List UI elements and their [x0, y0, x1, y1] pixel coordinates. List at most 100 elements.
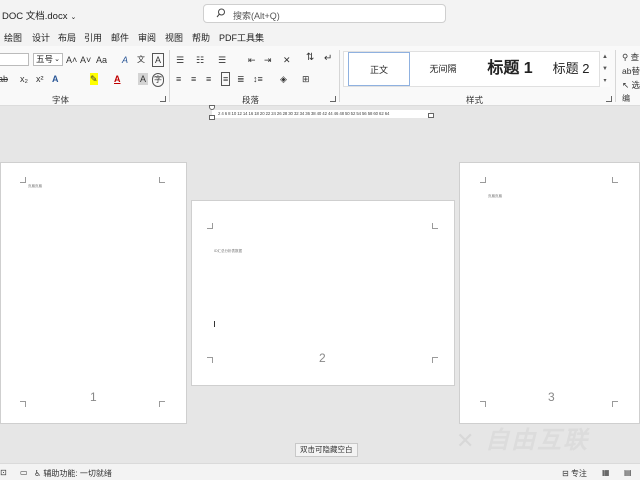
font-dialog-launcher-icon[interactable] [160, 96, 166, 102]
distributed-icon[interactable]: ≣ [237, 73, 245, 85]
text-effects-button[interactable]: A [52, 73, 59, 85]
focus-mode-button[interactable]: ⊟ 专注 [562, 468, 587, 479]
page-3[interactable]: 页眉页眉 3 [459, 162, 640, 424]
styles-gallery: 正文 无间隔 标题 1 标题 2 [343, 51, 609, 87]
show-marks-icon[interactable]: ↵ [324, 53, 332, 65]
page-number: 2 [319, 351, 326, 365]
find-button[interactable]: ⚲ 查 [622, 50, 640, 64]
font-size-value: 五号 [36, 54, 54, 64]
change-case-button[interactable]: Aa [96, 54, 107, 66]
accessibility-status[interactable]: ♿ 辅助功能: 一切就绪 [34, 468, 112, 479]
select-button[interactable]: ↖ 选 [622, 78, 640, 92]
chevron-down-icon[interactable]: ▼ [600, 63, 610, 75]
more-styles-icon[interactable]: ▾ [600, 75, 610, 87]
ribbon: 五号 ⌄ A˄ A˅ Aa A 文 A ab x₂ x² A ✎ A A 字 字体… [0, 46, 640, 106]
ribbon-tabs: 绘图 设计 布局 引用 邮件 审阅 视图 帮助 PDF工具集 [0, 27, 640, 46]
align-center-icon[interactable]: ≡ [191, 73, 196, 85]
chinese-layout-icon[interactable]: ✕ [283, 54, 291, 66]
chevron-down-icon: ⌄ [54, 56, 60, 63]
margin-corner [432, 223, 438, 229]
hide-whitespace-tooltip: 双击可隐藏空白 [295, 443, 358, 457]
align-right-icon[interactable]: ≡ [206, 73, 211, 85]
margin-corner [20, 401, 26, 407]
char-shading-button[interactable]: A [138, 73, 149, 85]
document-title-text: DOC 文档.docx [2, 11, 68, 22]
read-mode-icon[interactable]: ▦ [602, 468, 610, 477]
superscript-button[interactable]: x² [36, 73, 44, 85]
sort-icon[interactable]: ⇅ [306, 52, 314, 64]
tab-help[interactable]: 帮助 [192, 31, 210, 44]
tab-layout[interactable]: 布局 [58, 31, 76, 44]
text-cursor [214, 321, 215, 327]
style-heading-2[interactable]: 标题 2 [544, 52, 598, 86]
replace-button[interactable]: ab替 [622, 64, 640, 78]
paragraph-dialog-launcher-icon[interactable] [330, 96, 336, 102]
font-name-dropdown[interactable] [0, 53, 29, 66]
x-logo-icon: ✕ [456, 428, 477, 453]
search-box[interactable]: 搜索(Alt+Q) [203, 4, 446, 23]
margin-corner [159, 177, 165, 183]
group-divider [169, 50, 170, 102]
phonetic-guide-icon[interactable]: 文 [137, 54, 145, 66]
highlight-button[interactable]: ✎ [90, 73, 98, 85]
margin-corner [207, 223, 213, 229]
print-layout-icon[interactable]: ▤ [624, 468, 632, 477]
align-left-icon[interactable]: ≡ [176, 73, 181, 85]
margin-corner [480, 177, 486, 183]
focus-icon: ⊟ [562, 469, 569, 478]
strikethrough-button[interactable]: ab [0, 73, 8, 85]
status-bar: ⊡ ▭ ♿ 辅助功能: 一切就绪 ⊟ 专注 ▦ ▤ [0, 463, 640, 480]
tab-design[interactable]: 设计 [32, 31, 50, 44]
language-icon[interactable]: ▭ [20, 468, 28, 477]
tab-mailings[interactable]: 邮件 [111, 31, 129, 44]
page-2[interactable]: ID汇总分析表数据 2 [191, 200, 455, 386]
margin-corner [432, 357, 438, 363]
page-number: 1 [90, 390, 97, 404]
page-1[interactable]: 页眉页眉 1 [0, 162, 187, 424]
chevron-down-icon[interactable]: ⌄ [70, 14, 76, 21]
tab-view[interactable]: 视图 [165, 31, 183, 44]
styles-dialog-launcher-icon[interactable] [606, 96, 612, 102]
right-indent-marker[interactable] [428, 113, 434, 118]
margin-corner [480, 401, 486, 407]
left-indent-marker[interactable] [209, 115, 215, 120]
subscript-button[interactable]: x₂ [20, 73, 28, 85]
grow-font-button[interactable]: A˄ [66, 54, 77, 66]
bullets-button-icon[interactable]: ☰ [176, 54, 184, 66]
page-body-text: ID汇总分析表数据 [214, 249, 242, 253]
editing-group-label: 编 [622, 94, 630, 103]
increase-indent-icon[interactable]: ⇥ [264, 54, 272, 66]
borders-icon[interactable]: ⊞ [302, 73, 310, 85]
watermark-logo: ✕ 自由互联 [456, 427, 590, 454]
style-no-spacing[interactable]: 无间隔 [412, 52, 474, 86]
style-heading-1[interactable]: 标题 1 [476, 52, 544, 86]
font-color-button[interactable]: A [114, 73, 121, 85]
decrease-indent-icon[interactable]: ⇤ [248, 54, 256, 66]
search-placeholder: 搜索(Alt+Q) [233, 11, 280, 21]
search-icon: ⚲ [622, 52, 629, 62]
multilevel-list-icon[interactable]: ☰ [218, 54, 226, 66]
justify-icon[interactable]: ≡ [221, 72, 231, 86]
document-title[interactable]: DOC 文档.docx ⌄ [2, 8, 76, 22]
shading-icon[interactable]: ◈ [280, 73, 287, 85]
line-spacing-icon[interactable]: ↕≡ [253, 73, 263, 85]
proofing-icon[interactable]: ⊡ [0, 468, 7, 477]
tab-review[interactable]: 审阅 [138, 31, 156, 44]
tab-pdf-tools[interactable]: PDF工具集 [219, 31, 264, 44]
char-border-button[interactable]: A [152, 53, 165, 67]
horizontal-ruler[interactable]: 2 4 6 8 10 12 14 16 18 20 22 24 26 28 30… [212, 110, 430, 118]
enclose-char-button[interactable]: 字 [152, 73, 164, 87]
shrink-font-button[interactable]: A˅ [80, 54, 91, 66]
clear-format-button[interactable]: A [122, 54, 128, 66]
margin-corner [612, 401, 618, 407]
numbering-button-icon[interactable]: ☷ [196, 54, 204, 66]
search-icon [216, 8, 225, 18]
accessibility-icon: ♿ [34, 469, 42, 478]
group-divider [339, 50, 340, 102]
font-size-dropdown[interactable]: 五号 ⌄ [33, 53, 63, 66]
tab-draw[interactable]: 绘图 [4, 31, 22, 44]
tab-references[interactable]: 引用 [84, 31, 102, 44]
styles-scroll[interactable]: ▲ ▼ ▾ [599, 51, 610, 87]
style-normal[interactable]: 正文 [348, 52, 410, 86]
chevron-up-icon[interactable]: ▲ [600, 51, 610, 63]
